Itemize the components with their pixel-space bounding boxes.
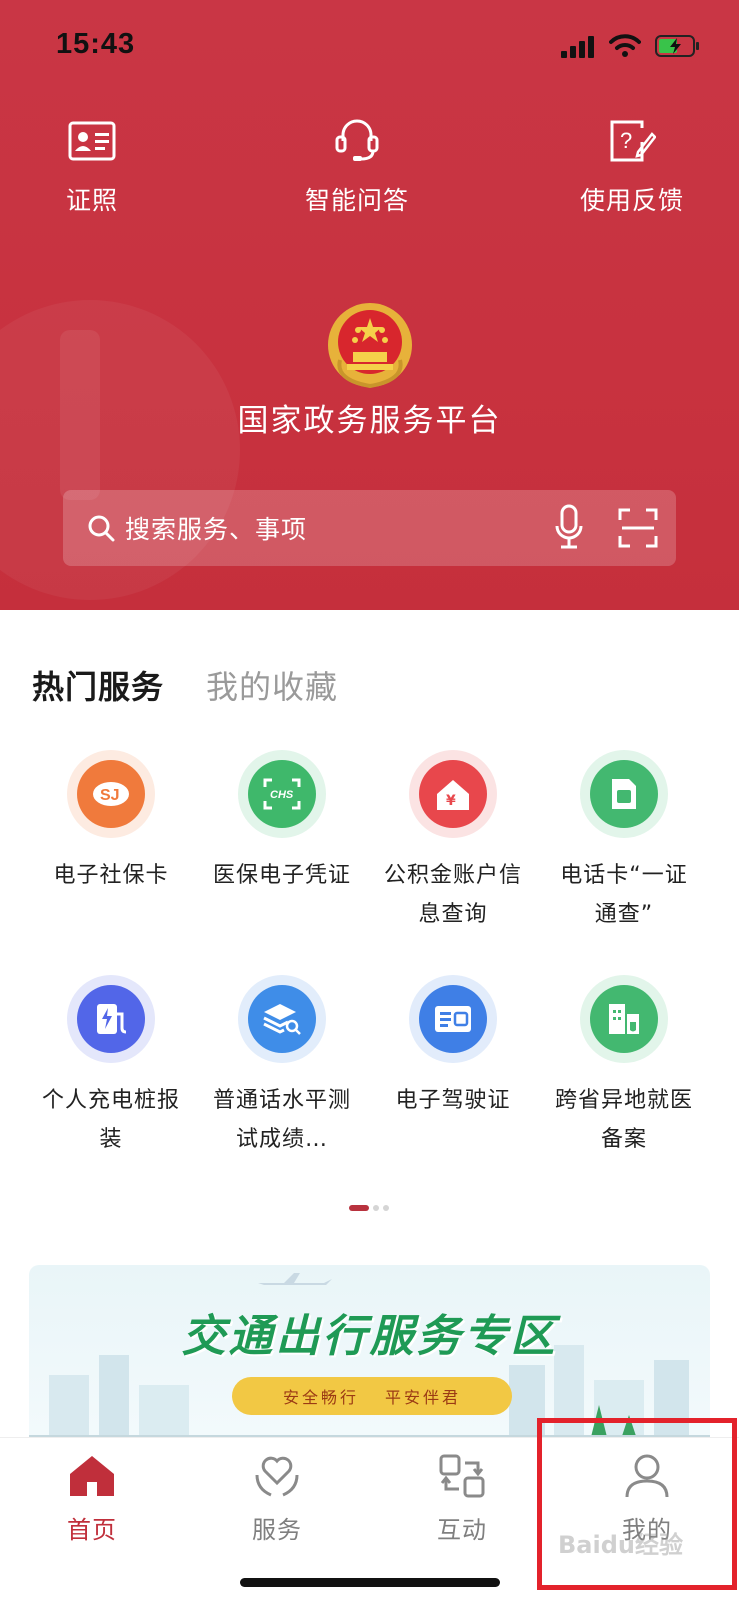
svg-text:CHS: CHS [270, 789, 294, 801]
nav-label: 服务 [252, 1516, 302, 1544]
tab-hot-services[interactable]: 热门服务 [32, 662, 164, 708]
battery-charging-icon [655, 34, 701, 62]
driver-license-icon [419, 985, 487, 1053]
service-item[interactable]: 普通话水平测试成绩… [197, 985, 367, 1159]
svg-text:¥: ¥ [446, 793, 456, 809]
service-label: 公积金账户信息查询 [383, 863, 522, 927]
traffic-service-banner[interactable]: 交通出行服务专区 安全畅行 平安伴君 [29, 1265, 710, 1445]
service-item[interactable]: SJ 电子社保卡 [26, 760, 196, 895]
svg-text:?: ? [620, 128, 632, 153]
quick-action-label: 使用反馈 [579, 186, 684, 215]
scan-icon[interactable] [618, 508, 658, 552]
id-card-icon [66, 115, 118, 167]
quick-actions: 证照 智能问答 ? 使用反馈 [0, 115, 739, 225]
banner-slogan: 安全畅行 平安伴君 [232, 1377, 512, 1415]
quick-action-license[interactable]: 证照 [12, 115, 172, 217]
page-indicator [349, 1205, 389, 1211]
headset-icon [331, 115, 383, 167]
hero-header: 15:43 证照 智能问答 ? 使用反馈 国家政务服务平台 搜索服务、事项 [0, 0, 739, 610]
search-icon [87, 514, 115, 546]
social-security-icon: SJ [77, 760, 145, 828]
hospital-icon [590, 985, 658, 1053]
service-label: 医保电子凭证 [212, 863, 351, 888]
nav-label: 互动 [437, 1516, 487, 1544]
search-placeholder: 搜索服务、事项 [125, 515, 308, 544]
layers-search-icon [248, 985, 316, 1053]
service-label: 个人充电桩报装 [41, 1088, 180, 1152]
home-indicator[interactable] [240, 1578, 500, 1587]
service-label: 电子社保卡 [53, 863, 169, 888]
nav-services[interactable]: 服务 [217, 1450, 337, 1545]
home-icon [66, 1450, 118, 1502]
status-bar: 15:43 [0, 0, 739, 95]
nav-home[interactable]: 首页 [32, 1450, 152, 1545]
status-time: 15:43 [56, 28, 136, 60]
service-item[interactable]: 跨省异地就医备案 [539, 985, 709, 1159]
page-dot [373, 1205, 379, 1211]
quick-action-feedback[interactable]: ? 使用反馈 [552, 115, 712, 217]
service-label: 电话卡“一证通查” [560, 863, 688, 927]
platform-title: 国家政务服务平台 [237, 403, 502, 439]
service-item[interactable]: 电子驾驶证 [368, 985, 538, 1120]
heart-hands-icon [251, 1450, 303, 1502]
svg-text:SJ: SJ [100, 787, 120, 804]
airplane-icon [258, 1273, 332, 1285]
service-label: 普通话水平测试成绩… [212, 1088, 351, 1152]
service-item[interactable]: 电话卡“一证通查” [539, 760, 709, 934]
banner-slogan-1: 安全畅行 [282, 1388, 359, 1407]
tab-my-favorites[interactable]: 我的收藏 [206, 662, 338, 708]
housing-fund-icon: ¥ [419, 760, 487, 828]
banner-title: 交通出行服务专区 [181, 1311, 558, 1362]
service-label: 跨省异地就医备案 [554, 1088, 693, 1152]
service-item[interactable]: 个人充电桩报装 [26, 985, 196, 1159]
nav-interaction[interactable]: 互动 [402, 1450, 522, 1545]
chs-medical-insurance-icon: CHS [248, 760, 316, 828]
sim-card-icon [590, 760, 658, 828]
quick-action-qa[interactable]: 智能问答 [277, 115, 437, 217]
service-label: 电子驾驶证 [395, 1088, 511, 1113]
bottom-navigation: 首页 服务 互动 我的 [0, 1437, 739, 1600]
signal-bars-icon [561, 36, 595, 62]
microphone-icon[interactable] [554, 504, 584, 554]
user-icon [621, 1450, 673, 1502]
page-dot [383, 1205, 389, 1211]
banner-slogan-2: 平安伴君 [385, 1388, 462, 1407]
charging-pile-icon [77, 985, 145, 1053]
exchange-icon [436, 1450, 488, 1502]
nav-label: 首页 [67, 1516, 117, 1544]
search-bar[interactable]: 搜索服务、事项 [63, 490, 676, 566]
watermark: Baidu经验 [558, 1531, 683, 1559]
status-icons [561, 34, 701, 62]
quick-action-label: 智能问答 [304, 186, 409, 215]
service-item[interactable]: ¥ 公积金账户信息查询 [368, 760, 538, 934]
service-item[interactable]: CHS 医保电子凭证 [197, 760, 367, 895]
wifi-icon [609, 34, 641, 62]
national-emblem-icon [325, 300, 415, 390]
section-tabs: 热门服务 我的收藏 [32, 662, 338, 708]
page-dot-active [349, 1205, 369, 1211]
feedback-edit-icon: ? [606, 115, 658, 167]
quick-action-label: 证照 [65, 186, 118, 215]
